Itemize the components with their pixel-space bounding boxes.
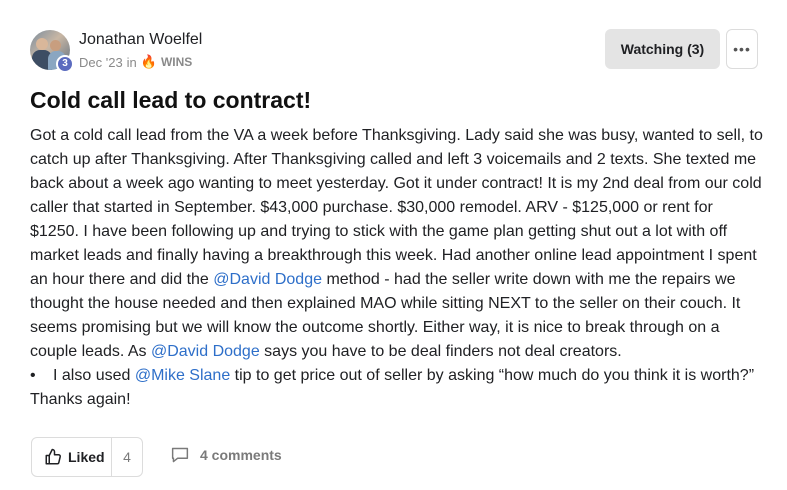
post-title: Cold call lead to contract! [30, 87, 312, 113]
body-text-1: Got a cold call lead from the VA a week … [30, 127, 763, 288]
level-badge: 3 [56, 55, 74, 73]
post-date: Dec '23 [79, 54, 123, 70]
bullet-marker: • [30, 367, 36, 384]
bullet-text-post: tip to get price out of seller by asking… [230, 367, 755, 384]
category-link[interactable]: WINS [161, 55, 192, 69]
body-paragraph: Got a cold call lead from the VA a week … [30, 124, 765, 364]
like-toggle[interactable]: Liked [32, 438, 112, 476]
body-text-3: says you have to be deal finders not dea… [259, 343, 622, 360]
author-name[interactable]: Jonathan Woelfel [79, 31, 202, 49]
meta-in-text: in [126, 54, 137, 70]
fire-icon: 🔥 [140, 54, 157, 69]
watching-button[interactable]: Watching (3) [605, 29, 720, 69]
thumbs-up-icon [45, 448, 61, 465]
comments-label: 4 comments [200, 447, 282, 463]
like-count[interactable]: 4 [112, 449, 142, 465]
list-item: • I also used @Mike Slane tip to get pri… [30, 364, 765, 388]
mention-david-dodge-2[interactable]: @David Dodge [151, 343, 260, 360]
post-body: Got a cold call lead from the VA a week … [30, 124, 765, 412]
closing-text: Thanks again! [30, 391, 131, 408]
post-meta: Dec '23 in 🔥 WINS [79, 54, 192, 70]
comments-link[interactable]: 4 comments [170, 446, 282, 464]
like-button[interactable]: Liked 4 [31, 437, 143, 477]
mention-mike-slane[interactable]: @Mike Slane [135, 367, 230, 384]
more-options-button[interactable]: ••• [726, 29, 758, 69]
like-label: Liked [68, 449, 105, 465]
bullet-text: I also used @Mike Slane tip to get price… [53, 364, 754, 388]
mention-david-dodge[interactable]: @David Dodge [213, 271, 322, 288]
bullet-text-pre: I also used [53, 367, 135, 384]
author-avatar-container[interactable]: 3 [30, 30, 74, 73]
comment-icon [171, 447, 189, 463]
more-dots-icon: ••• [733, 41, 751, 57]
